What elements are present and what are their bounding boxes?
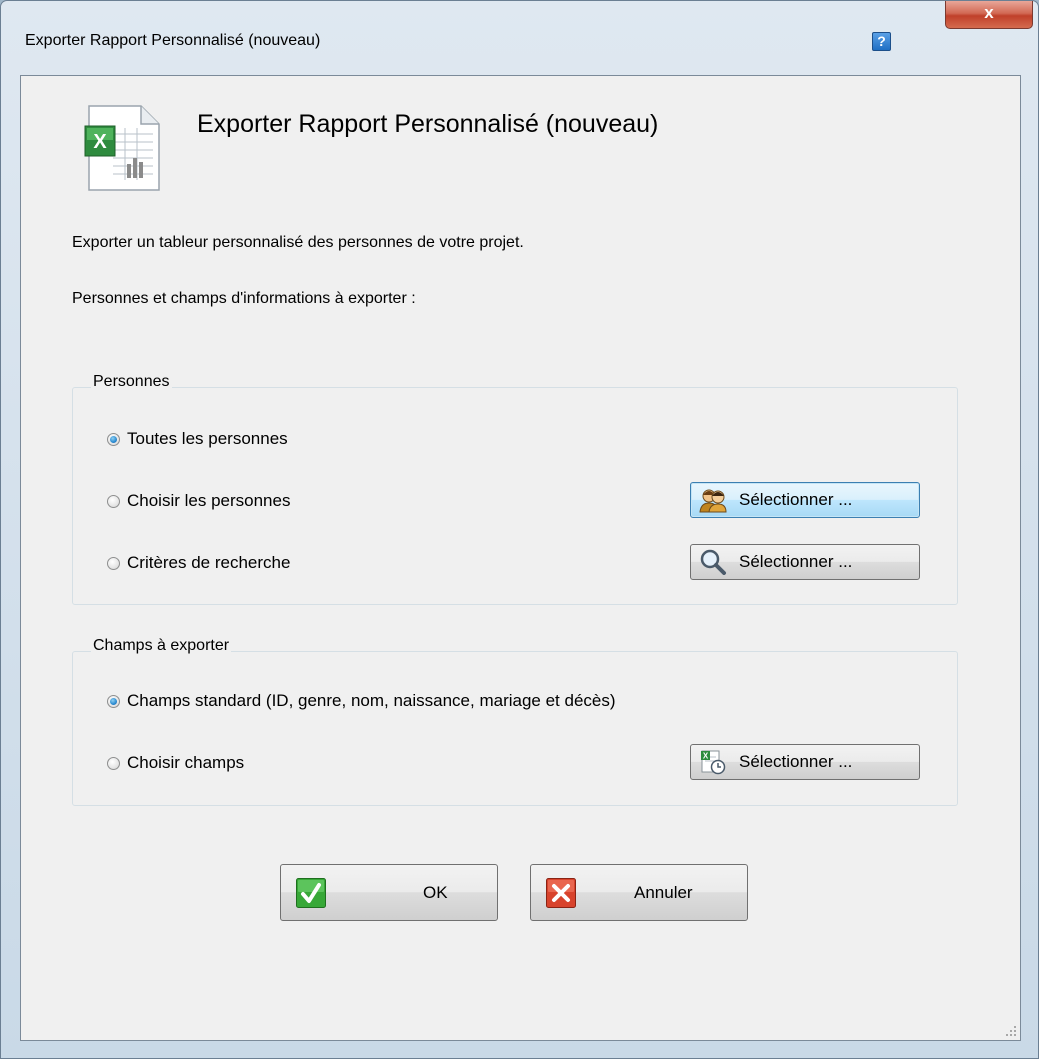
radio-choose-persons[interactable]: Choisir les personnes — [107, 491, 290, 511]
instruction-text: Personnes et champs d'informations à exp… — [72, 290, 416, 307]
select-fields-button[interactable]: X Sélectionner ... — [690, 744, 920, 780]
description-text: Exporter un tableur personnalisé des per… — [72, 234, 524, 251]
radio-label: Champs standard (ID, genre, nom, naissan… — [127, 691, 616, 710]
radio-button-selected[interactable] — [107, 694, 120, 708]
dialog-content: X Exporter Rapport Personnalisé (nouveau… — [20, 75, 1021, 1041]
radio-search-criteria[interactable]: Critères de recherche — [107, 553, 290, 573]
radio-label: Critères de recherche — [127, 553, 291, 572]
svg-text:X: X — [93, 131, 107, 153]
cancel-label: Annuler — [634, 883, 693, 902]
title-bar[interactable] — [1, 1, 1038, 31]
spreadsheet-fields-icon: X — [701, 750, 726, 775]
select-criteria-button[interactable]: Sélectionner ... — [690, 544, 920, 580]
dialog-window: Exporter Rapport Personnalisé (nouveau) … — [0, 0, 1039, 1059]
checkmark-icon — [296, 878, 326, 908]
people-icon — [699, 489, 727, 513]
magnifier-icon — [700, 549, 726, 575]
select-persons-label: Sélectionner ... — [739, 490, 853, 509]
resize-grip-icon[interactable] — [1005, 1025, 1017, 1037]
radio-button[interactable] — [107, 494, 120, 508]
persons-group-legend: Personnes — [91, 373, 172, 391]
fields-group: Champs à exporter Champs standard (ID, g… — [72, 637, 958, 806]
close-button[interactable]: x — [945, 1, 1033, 29]
fields-group-legend: Champs à exporter — [91, 637, 232, 655]
radio-button[interactable] — [107, 756, 120, 770]
radio-label: Choisir champs — [127, 753, 245, 772]
select-fields-label: Sélectionner ... — [739, 752, 853, 771]
ok-label: OK — [423, 883, 448, 902]
cancel-button[interactable]: Annuler — [530, 864, 748, 921]
cancel-x-icon — [546, 878, 576, 908]
radio-choose-fields[interactable]: Choisir champs — [107, 753, 244, 773]
dialog-heading: Exporter Rapport Personnalisé (nouveau) — [197, 110, 659, 138]
radio-button-selected[interactable] — [107, 432, 120, 446]
radio-label: Toutes les personnes — [127, 429, 288, 448]
help-button[interactable]: ? — [872, 32, 891, 51]
excel-spreadsheet-icon: X — [84, 105, 160, 191]
ok-button[interactable]: OK — [280, 864, 498, 921]
select-criteria-label: Sélectionner ... — [739, 552, 853, 571]
radio-all-persons[interactable]: Toutes les personnes — [107, 429, 288, 449]
window-title: Exporter Rapport Personnalisé (nouveau) — [25, 32, 321, 49]
persons-group: Personnes Toutes les personnes Choisir l… — [72, 373, 958, 605]
svg-text:X: X — [703, 752, 709, 761]
radio-label: Choisir les personnes — [127, 491, 291, 510]
radio-standard-fields[interactable]: Champs standard (ID, genre, nom, naissan… — [107, 691, 616, 711]
select-persons-button[interactable]: Sélectionner ... — [690, 482, 920, 518]
radio-button[interactable] — [107, 556, 120, 570]
